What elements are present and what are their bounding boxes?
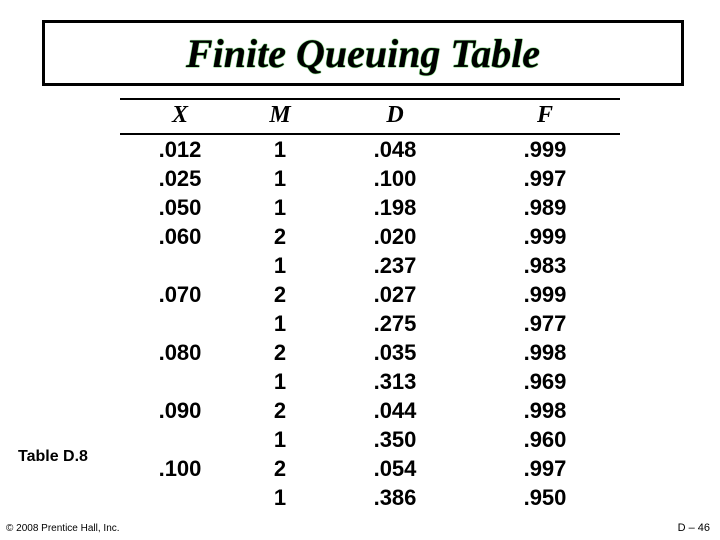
queuing-table: X M D F .012 1 .048 .999 .025 1 .100 .99… (120, 98, 620, 512)
cell-m: 1 (240, 134, 320, 164)
cell-d: .386 (320, 483, 470, 512)
cell-m: 1 (240, 483, 320, 512)
col-d: D (320, 99, 470, 134)
cell-m: 1 (240, 309, 320, 338)
cell-m: 1 (240, 193, 320, 222)
cell-d: .100 (320, 164, 470, 193)
cell-x: .070 (120, 280, 240, 309)
cell-m: 2 (240, 454, 320, 483)
table-row: .080 2 .035 .998 (120, 338, 620, 367)
cell-x: .060 (120, 222, 240, 251)
col-f: F (470, 99, 620, 134)
cell-m: 1 (240, 251, 320, 280)
cell-f: .977 (470, 309, 620, 338)
cell-x (120, 309, 240, 338)
table-row: .060 2 .020 .999 (120, 222, 620, 251)
title-box: Finite Queuing Table (42, 20, 684, 86)
cell-f: .998 (470, 396, 620, 425)
table-container: X M D F .012 1 .048 .999 .025 1 .100 .99… (120, 98, 620, 512)
cell-f: .950 (470, 483, 620, 512)
table-row: 1 .350 .960 (120, 425, 620, 454)
cell-m: 1 (240, 367, 320, 396)
cell-f: .989 (470, 193, 620, 222)
cell-m: 2 (240, 280, 320, 309)
cell-d: .035 (320, 338, 470, 367)
cell-x (120, 425, 240, 454)
cell-d: .350 (320, 425, 470, 454)
table-row: .050 1 .198 .989 (120, 193, 620, 222)
col-x: X (120, 99, 240, 134)
cell-d: .044 (320, 396, 470, 425)
cell-x: .100 (120, 454, 240, 483)
table-row: 1 .386 .950 (120, 483, 620, 512)
table-row: 1 .313 .969 (120, 367, 620, 396)
cell-m: 1 (240, 425, 320, 454)
cell-x: .090 (120, 396, 240, 425)
table-row: .100 2 .054 .997 (120, 454, 620, 483)
page-number: D – 46 (678, 522, 710, 534)
cell-x (120, 367, 240, 396)
cell-x (120, 251, 240, 280)
table-row: 1 .237 .983 (120, 251, 620, 280)
cell-f: .997 (470, 164, 620, 193)
cell-d: .237 (320, 251, 470, 280)
table-row: .012 1 .048 .999 (120, 134, 620, 164)
table-header-row: X M D F (120, 99, 620, 134)
col-m: M (240, 99, 320, 134)
cell-x (120, 483, 240, 512)
cell-d: .198 (320, 193, 470, 222)
cell-x: .050 (120, 193, 240, 222)
cell-d: .313 (320, 367, 470, 396)
cell-f: .983 (470, 251, 620, 280)
cell-m: 1 (240, 164, 320, 193)
cell-d: .048 (320, 134, 470, 164)
cell-d: .020 (320, 222, 470, 251)
cell-x: .025 (120, 164, 240, 193)
table-row: .070 2 .027 .999 (120, 280, 620, 309)
cell-f: .998 (470, 338, 620, 367)
cell-f: .999 (470, 134, 620, 164)
page-title: Finite Queuing Table (186, 30, 540, 77)
cell-f: .997 (470, 454, 620, 483)
cell-x: .080 (120, 338, 240, 367)
cell-d: .275 (320, 309, 470, 338)
table-label: Table D.8 (18, 448, 88, 466)
table-row: .090 2 .044 .998 (120, 396, 620, 425)
table-row: .025 1 .100 .997 (120, 164, 620, 193)
cell-m: 2 (240, 338, 320, 367)
cell-x: .012 (120, 134, 240, 164)
cell-f: .999 (470, 222, 620, 251)
cell-m: 2 (240, 396, 320, 425)
copyright-text: © 2008 Prentice Hall, Inc. (6, 523, 120, 534)
cell-f: .969 (470, 367, 620, 396)
cell-d: .054 (320, 454, 470, 483)
table-row: 1 .275 .977 (120, 309, 620, 338)
cell-f: .999 (470, 280, 620, 309)
cell-m: 2 (240, 222, 320, 251)
cell-d: .027 (320, 280, 470, 309)
cell-f: .960 (470, 425, 620, 454)
